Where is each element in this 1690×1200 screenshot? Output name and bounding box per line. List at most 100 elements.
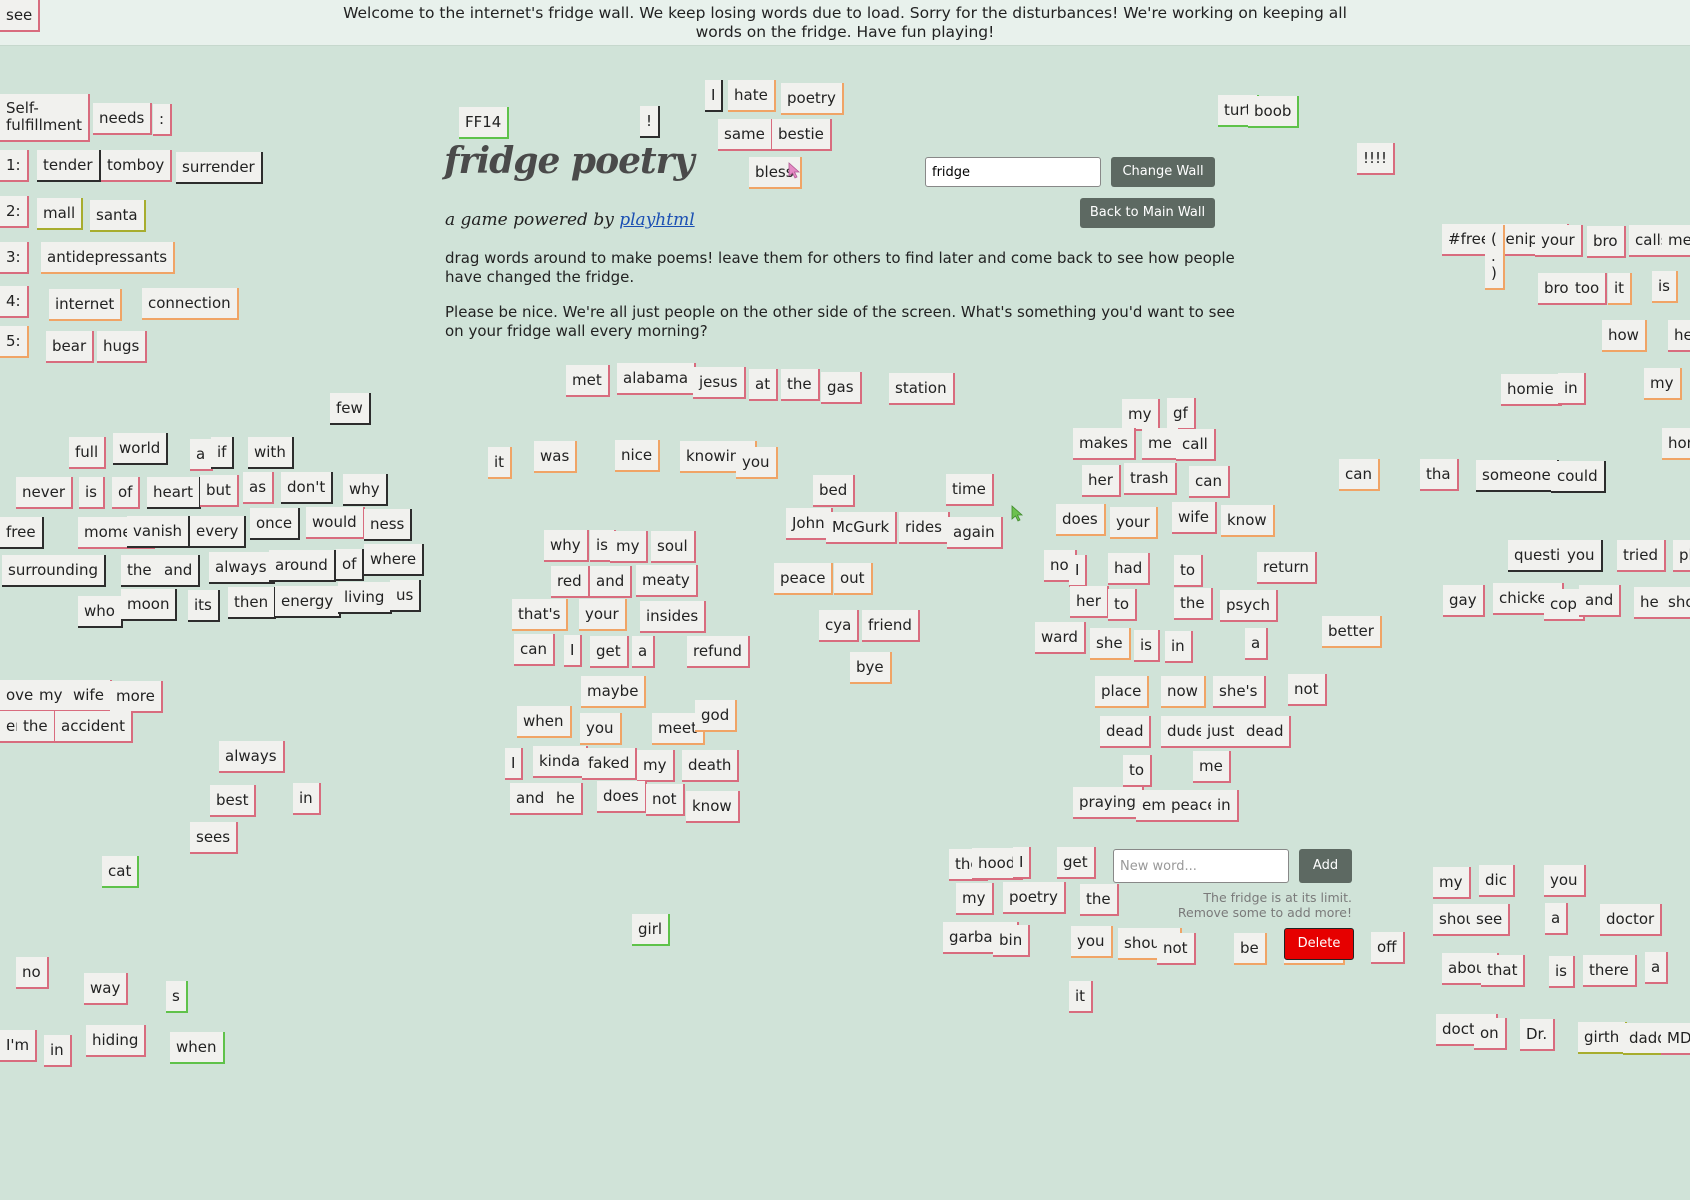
word-magnet[interactable]: 3: — [0, 242, 29, 274]
word-magnet[interactable]: on — [1474, 1018, 1507, 1050]
word-magnet[interactable]: know — [1221, 505, 1275, 537]
word-magnet[interactable]: FF14 — [459, 107, 510, 139]
word-magnet[interactable]: girth — [1578, 1022, 1628, 1054]
word-magnet[interactable]: he — [1668, 320, 1690, 352]
word-magnet[interactable]: faked — [582, 748, 638, 780]
word-magnet[interactable]: wife — [1172, 502, 1217, 534]
word-magnet[interactable]: hugs — [97, 331, 148, 363]
word-magnet[interactable]: a — [632, 636, 656, 668]
word-magnet[interactable]: psych — [1220, 590, 1278, 622]
word-magnet[interactable]: 2: — [0, 196, 29, 228]
word-magnet[interactable]: insides — [640, 601, 707, 633]
word-magnet[interactable]: how — [1602, 320, 1647, 352]
word-magnet[interactable]: not — [1288, 674, 1327, 706]
word-magnet[interactable]: alabama — [617, 363, 697, 395]
word-magnet[interactable]: you — [1561, 540, 1603, 572]
word-magnet[interactable]: my — [956, 883, 994, 915]
word-magnet[interactable]: ward — [1035, 622, 1086, 654]
word-magnet[interactable]: moon — [121, 589, 178, 621]
word-magnet[interactable]: soul — [651, 531, 696, 563]
word-magnet[interactable]: homie — [1501, 374, 1562, 406]
word-magnet[interactable]: can — [1339, 459, 1380, 491]
word-magnet[interactable]: it — [1608, 273, 1633, 305]
word-magnet[interactable]: praying — [1073, 787, 1144, 819]
word-magnet[interactable]: when — [517, 706, 572, 738]
word-magnet[interactable]: at — [749, 369, 779, 401]
word-magnet[interactable]: of — [112, 477, 141, 509]
word-magnet[interactable]: friend — [862, 610, 920, 642]
word-magnet[interactable]: santa — [90, 200, 146, 232]
word-magnet[interactable]: refund — [687, 636, 750, 668]
word-magnet[interactable]: be — [1234, 933, 1267, 965]
word-magnet[interactable]: there — [1583, 955, 1637, 987]
delete-button[interactable]: Delete — [1284, 928, 1354, 960]
word-magnet[interactable]: my — [1644, 368, 1682, 400]
word-magnet[interactable]: death — [682, 750, 740, 782]
word-magnet[interactable]: does — [597, 781, 647, 813]
word-magnet[interactable]: is — [79, 477, 105, 509]
word-magnet[interactable]: homies — [1662, 428, 1690, 460]
playhtml-link[interactable]: playhtml — [619, 210, 694, 230]
word-magnet[interactable]: to — [1174, 555, 1204, 587]
word-magnet[interactable]: living — [338, 582, 393, 614]
word-magnet[interactable]: antidepressants — [41, 242, 176, 274]
word-magnet[interactable]: more — [110, 681, 163, 713]
word-magnet[interactable]: who — [78, 596, 123, 628]
word-magnet[interactable]: jesus — [693, 367, 746, 399]
wall-name-input[interactable] — [925, 157, 1101, 187]
word-magnet[interactable]: see — [0, 0, 41, 32]
word-magnet[interactable]: in — [1558, 373, 1586, 405]
word-magnet[interactable]: the — [121, 555, 160, 587]
word-magnet[interactable]: in — [1165, 631, 1193, 663]
word-magnet[interactable]: in — [1211, 790, 1239, 822]
word-magnet[interactable]: bye — [850, 652, 892, 684]
word-magnet[interactable]: does — [1056, 504, 1106, 536]
word-magnet[interactable]: me — [1142, 428, 1180, 460]
word-magnet[interactable]: see — [1470, 904, 1511, 936]
word-magnet[interactable]: hiding — [86, 1025, 147, 1057]
word-magnet[interactable]: maybe — [581, 676, 647, 708]
word-magnet[interactable]: if — [211, 437, 235, 469]
word-magnet[interactable]: now — [1161, 676, 1206, 708]
word-magnet[interactable]: shot — [1662, 587, 1690, 619]
word-magnet[interactable]: nice — [615, 440, 661, 472]
word-magnet[interactable]: playing — [1673, 540, 1690, 572]
word-magnet[interactable]: its — [188, 590, 220, 622]
word-magnet[interactable]: would — [306, 507, 365, 539]
word-magnet[interactable]: poetry — [1003, 882, 1066, 914]
word-magnet[interactable]: us — [390, 580, 422, 612]
word-magnet[interactable]: bro — [1587, 226, 1626, 258]
word-magnet[interactable]: dic — [1479, 865, 1515, 897]
word-magnet[interactable]: is — [1652, 271, 1678, 303]
word-magnet[interactable]: you — [1071, 926, 1113, 958]
add-word-button[interactable]: Add — [1299, 849, 1352, 883]
word-magnet[interactable]: gas — [821, 372, 862, 404]
word-magnet[interactable]: accident — [55, 711, 133, 743]
word-magnet[interactable]: my — [637, 750, 675, 782]
word-magnet[interactable]: same — [718, 119, 773, 151]
word-magnet[interactable]: doctor — [1600, 904, 1663, 936]
word-magnet[interactable]: girl — [632, 914, 671, 946]
word-magnet[interactable]: boob — [1248, 96, 1300, 128]
word-magnet[interactable]: your — [1110, 507, 1158, 539]
word-magnet[interactable]: gay — [1443, 585, 1485, 617]
word-magnet[interactable]: is — [1134, 630, 1160, 662]
word-magnet[interactable]: it — [1069, 981, 1094, 1013]
word-magnet[interactable]: ( . ) — [1485, 225, 1505, 290]
word-magnet[interactable]: that — [1481, 955, 1526, 987]
word-magnet[interactable]: bed — [813, 475, 856, 507]
word-magnet[interactable]: with — [248, 437, 294, 469]
word-magnet[interactable]: and — [158, 555, 201, 587]
word-magnet[interactable]: I — [705, 80, 724, 112]
word-magnet[interactable]: had — [1108, 553, 1151, 585]
word-magnet[interactable]: is — [1549, 956, 1575, 988]
word-magnet[interactable]: the — [1174, 588, 1213, 620]
word-magnet[interactable]: as — [243, 472, 275, 504]
word-magnet[interactable]: always — [209, 552, 275, 584]
word-magnet[interactable]: get — [1057, 847, 1096, 879]
word-magnet[interactable]: tried — [1617, 540, 1666, 572]
word-magnet[interactable]: me — [1662, 225, 1690, 257]
word-magnet[interactable]: time — [946, 474, 994, 506]
word-magnet[interactable]: rides — [899, 512, 950, 544]
word-magnet[interactable]: someone — [1476, 460, 1559, 492]
